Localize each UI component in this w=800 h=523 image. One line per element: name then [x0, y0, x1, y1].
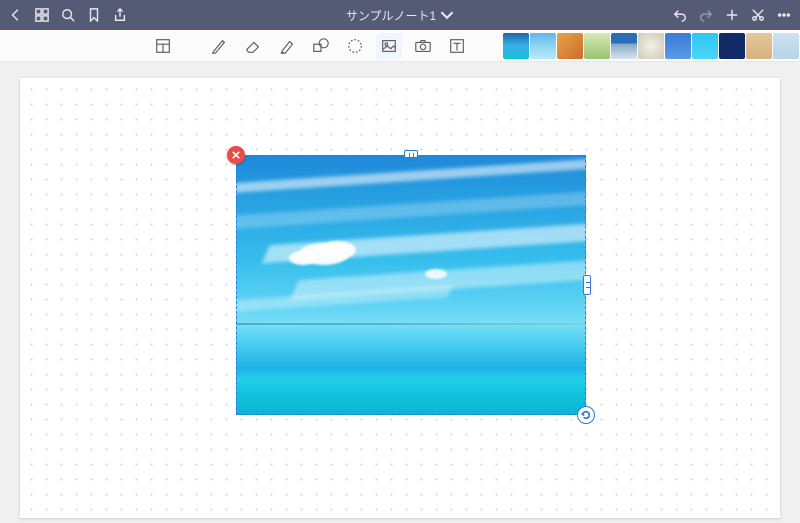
redo-icon[interactable] [698, 7, 714, 23]
plus-icon[interactable] [724, 7, 740, 23]
rotate-button[interactable] [577, 406, 595, 424]
thumb-item[interactable] [557, 33, 583, 59]
thumb-item[interactable] [665, 33, 691, 59]
close-icon [232, 151, 240, 159]
chevron-down-icon [440, 8, 454, 22]
eraser-icon[interactable] [240, 33, 266, 59]
page-layout-icon[interactable] [150, 33, 176, 59]
shapes-icon[interactable] [308, 33, 334, 59]
toolbar [0, 30, 800, 62]
thumb-item[interactable] [530, 33, 556, 59]
thumb-item[interactable] [719, 33, 745, 59]
resize-handle-right[interactable] [583, 275, 591, 295]
scissors-icon[interactable] [750, 7, 766, 23]
thumb-item[interactable] [746, 33, 772, 59]
note-page[interactable] [20, 78, 780, 518]
selected-image-content [236, 155, 586, 415]
note-title-wrap[interactable]: サンプルノート1 [134, 7, 666, 24]
image-icon[interactable] [376, 33, 402, 59]
titlebar: サンプルノート1 [0, 0, 800, 30]
more-icon[interactable] [776, 7, 792, 23]
canvas-area [0, 62, 800, 523]
thumb-item[interactable] [503, 33, 529, 59]
search-icon[interactable] [60, 7, 76, 23]
image-thumb-strip [503, 30, 800, 62]
delete-button[interactable] [227, 146, 245, 164]
thumbnails-icon[interactable] [34, 7, 50, 23]
rotate-icon [581, 410, 591, 420]
pen-icon[interactable] [206, 33, 232, 59]
thumb-item[interactable] [611, 33, 637, 59]
highlighter-icon[interactable] [274, 33, 300, 59]
undo-icon[interactable] [672, 7, 688, 23]
thumb-item[interactable] [773, 33, 799, 59]
thumb-item[interactable] [584, 33, 610, 59]
note-title: サンプルノート1 [346, 7, 436, 24]
camera-icon[interactable] [410, 33, 436, 59]
resize-handle-top[interactable] [404, 150, 418, 158]
thumb-item[interactable] [692, 33, 718, 59]
titlebar-right-group [672, 7, 792, 23]
back-icon[interactable] [8, 7, 24, 23]
selected-image[interactable] [236, 155, 586, 415]
share-icon[interactable] [112, 7, 128, 23]
thumb-item[interactable] [638, 33, 664, 59]
text-icon[interactable] [444, 33, 470, 59]
titlebar-left-group [8, 7, 128, 23]
bookmark-icon[interactable] [86, 7, 102, 23]
lasso-icon[interactable] [342, 33, 368, 59]
